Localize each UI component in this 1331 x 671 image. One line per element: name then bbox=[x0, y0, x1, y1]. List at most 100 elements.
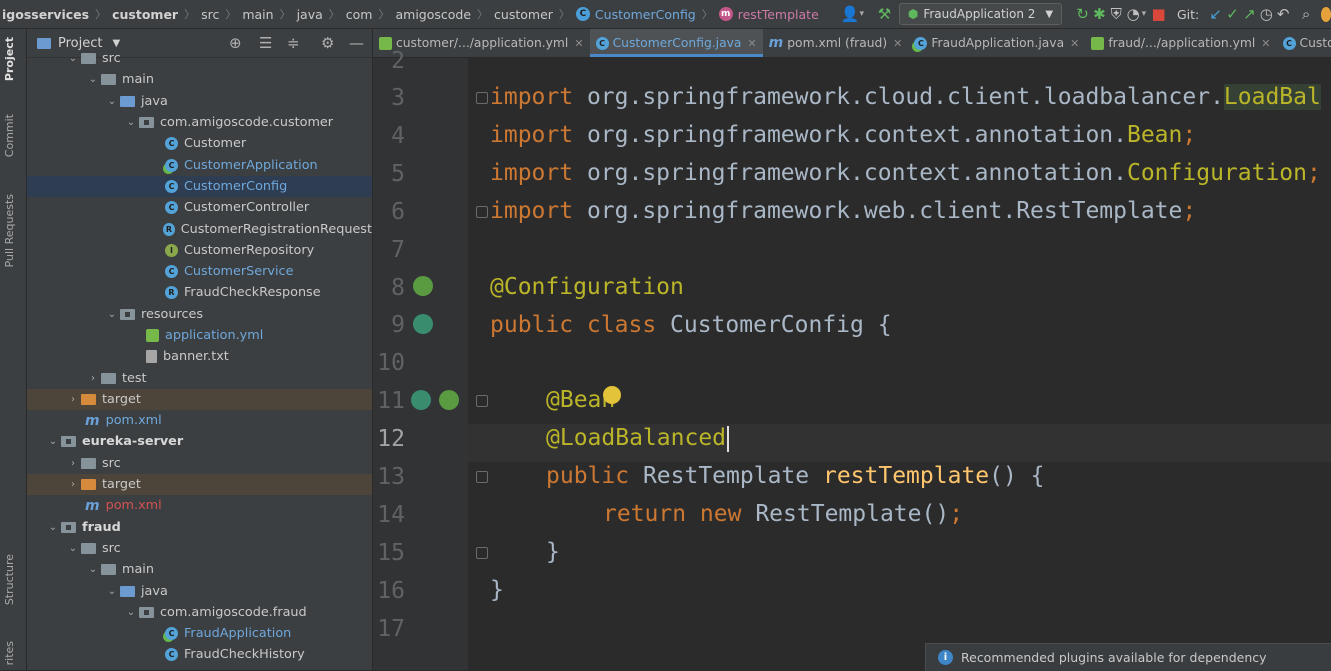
tree-item[interactable]: m pom.xml bbox=[27, 410, 372, 431]
chevron-down-icon[interactable]: ⌄ bbox=[65, 543, 81, 554]
breadcrumb-amigoscode[interactable]: amigoscode bbox=[395, 7, 471, 22]
chevron-down-icon[interactable]: ⌄ bbox=[85, 564, 101, 575]
tree-item[interactable]: ⌄ src bbox=[27, 538, 372, 559]
rollback-icon[interactable]: ↶ bbox=[1275, 5, 1292, 23]
tree-item[interactable]: ⌄ com.amigoscode.customer bbox=[27, 112, 372, 133]
run-configuration-selector[interactable]: ⬢ FraudApplication 2 ▼ bbox=[898, 3, 1063, 25]
tree-item[interactable]: banner.txt bbox=[27, 346, 372, 367]
expand-all-icon[interactable]: ☰ bbox=[259, 34, 272, 52]
tree-item[interactable]: ⌄ main bbox=[27, 559, 372, 580]
history-clock-icon[interactable]: ◷ bbox=[1258, 5, 1275, 23]
breadcrumb-class[interactable]: C CustomerConfig bbox=[575, 7, 696, 22]
tab-fraud-application-yml[interactable]: fraud/.../application.yml ✕ bbox=[1085, 29, 1276, 57]
chevron-down-icon[interactable]: ⌄ bbox=[104, 586, 120, 597]
tab-fraud-application[interactable]: C FraudApplication.java ✕ bbox=[908, 29, 1085, 57]
tree-item[interactable]: ⌄ fraud bbox=[27, 517, 372, 538]
spring-config-gutter-icon[interactable] bbox=[413, 314, 433, 334]
chevron-down-icon[interactable]: ⌄ bbox=[123, 117, 139, 128]
breadcrumb-java[interactable]: java bbox=[297, 7, 323, 22]
close-icon[interactable]: ✕ bbox=[1261, 37, 1270, 50]
chevron-right-icon[interactable]: › bbox=[65, 479, 81, 490]
breadcrumb-project[interactable]: igosservices bbox=[2, 7, 89, 22]
search-icon[interactable]: ⌕ bbox=[1298, 5, 1315, 23]
chevron-down-icon[interactable]: ⌄ bbox=[104, 309, 120, 320]
git-commit-check-icon[interactable]: ✓ bbox=[1224, 5, 1241, 23]
dropdown-arrow-icon[interactable]: ▾ bbox=[859, 9, 864, 19]
chevron-down-icon[interactable]: ⌄ bbox=[123, 607, 139, 618]
tree-item[interactable]: › target bbox=[27, 388, 372, 411]
tab-customer-application-yml[interactable]: customer/.../application.yml ✕ bbox=[373, 29, 590, 57]
git-update-icon[interactable]: ↙ bbox=[1207, 5, 1224, 23]
chevron-down-icon[interactable]: ▼ bbox=[112, 38, 120, 49]
close-icon[interactable]: ✕ bbox=[747, 37, 756, 50]
plugin-notification[interactable]: i Recommended plugins available for depe… bbox=[925, 643, 1331, 671]
build-hammer-icon[interactable]: ⚒ bbox=[876, 5, 893, 23]
tree-item[interactable]: m pom.xml bbox=[27, 495, 372, 516]
fold-marker-icon[interactable] bbox=[476, 547, 488, 559]
tool-tab-commit[interactable]: Commit bbox=[3, 114, 16, 157]
breadcrumb-com[interactable]: com bbox=[346, 7, 373, 22]
debug-bug-icon[interactable]: ✱ bbox=[1091, 5, 1108, 23]
tree-item[interactable]: ⌄ java bbox=[27, 580, 372, 601]
breadcrumb-main[interactable]: main bbox=[242, 7, 273, 22]
fold-marker-icon[interactable] bbox=[476, 206, 488, 218]
stop-icon[interactable]: ■ bbox=[1150, 5, 1167, 23]
chevron-down-icon[interactable]: ⌄ bbox=[45, 436, 61, 447]
tree-item[interactable]: C FraudApplication bbox=[27, 623, 372, 644]
git-push-icon[interactable]: ↗ bbox=[1241, 5, 1258, 23]
tree-item[interactable]: application.yml bbox=[27, 325, 372, 346]
tree-item[interactable]: › src bbox=[27, 453, 372, 474]
spring-bean-gutter-icon[interactable] bbox=[413, 276, 433, 296]
chevron-down-icon[interactable]: ⌄ bbox=[65, 53, 81, 64]
chevron-down-icon[interactable]: ⌄ bbox=[104, 96, 120, 107]
rerun-icon[interactable]: ↻ bbox=[1074, 5, 1091, 23]
tree-item[interactable]: ⌄ java bbox=[27, 91, 372, 112]
collapse-all-icon[interactable]: ≑ bbox=[287, 34, 300, 52]
profiler-icon[interactable]: ◔ bbox=[1125, 5, 1142, 23]
code-editor[interactable]: 2 3 4 5 6 7 8 9 10 11 12 13 14 15 16 17 … bbox=[373, 48, 1331, 670]
tree-item[interactable]: I CustomerRepository bbox=[27, 240, 372, 261]
tree-item[interactable]: C Customer bbox=[27, 133, 372, 154]
user-account-icon[interactable]: 👤 bbox=[841, 5, 860, 23]
tree-item[interactable]: › test bbox=[27, 367, 372, 388]
fold-marker-icon[interactable] bbox=[476, 92, 488, 104]
breadcrumb-module[interactable]: customer bbox=[112, 7, 178, 22]
tab-pom-fraud[interactable]: m pom.xml (fraud) ✕ bbox=[763, 29, 909, 57]
chevron-right-icon[interactable]: › bbox=[65, 394, 81, 405]
close-icon[interactable]: ✕ bbox=[574, 37, 583, 50]
tree-item[interactable]: ⌄ eureka-server bbox=[27, 431, 372, 452]
updates-icon[interactable] bbox=[1320, 6, 1331, 22]
chevron-right-icon[interactable]: › bbox=[65, 458, 81, 469]
gear-icon[interactable]: ⚙ bbox=[321, 34, 334, 52]
tree-item[interactable]: R CustomerRegistrationRequest bbox=[27, 218, 372, 239]
tree-item[interactable]: › target bbox=[27, 473, 372, 496]
coverage-icon[interactable]: ⛨ bbox=[1108, 5, 1125, 23]
hide-panel-icon[interactable]: — bbox=[349, 34, 364, 52]
close-icon[interactable]: ✕ bbox=[893, 37, 902, 50]
locate-file-icon[interactable]: ⊕ bbox=[229, 34, 242, 52]
tree-item[interactable]: ⌄ com.amigoscode.fraud bbox=[27, 602, 372, 623]
tool-tab-pull-requests[interactable]: Pull Requests bbox=[3, 194, 16, 267]
spring-bean-gutter-icon[interactable] bbox=[439, 390, 459, 410]
navigate-gutter-icon[interactable] bbox=[411, 390, 431, 410]
tree-item[interactable]: C CustomerService bbox=[27, 261, 372, 282]
chevron-down-icon[interactable]: ⌄ bbox=[85, 74, 101, 85]
tool-tab-project[interactable]: Project bbox=[3, 37, 16, 81]
tab-customer-config[interactable]: C CustomerConfig.java ✕ bbox=[589, 29, 763, 57]
tree-item-selected[interactable]: C CustomerConfig bbox=[27, 175, 372, 198]
fold-marker-icon[interactable] bbox=[476, 395, 488, 407]
breadcrumb-customer[interactable]: customer bbox=[494, 7, 553, 22]
dropdown-arrow-icon[interactable]: ▾ bbox=[1142, 9, 1147, 19]
tree-item[interactable]: R FraudCheckResponse bbox=[27, 282, 372, 303]
close-icon[interactable]: ✕ bbox=[1070, 37, 1079, 50]
tree-item[interactable]: ⌄ main bbox=[27, 69, 372, 90]
chevron-right-icon[interactable]: › bbox=[85, 373, 101, 384]
tree-item[interactable]: C CustomerApplication bbox=[27, 154, 372, 175]
breadcrumb-src[interactable]: src bbox=[201, 7, 219, 22]
project-panel-title[interactable]: Project bbox=[58, 36, 102, 51]
tool-tab-structure[interactable]: Structure bbox=[3, 554, 16, 605]
tree-item[interactable]: C CustomerController bbox=[27, 197, 372, 218]
tree-item[interactable]: ⌄ resources bbox=[27, 304, 372, 325]
tool-tab-favorites[interactable]: rites bbox=[3, 641, 16, 665]
breadcrumb-method[interactable]: m restTemplate bbox=[718, 7, 819, 22]
